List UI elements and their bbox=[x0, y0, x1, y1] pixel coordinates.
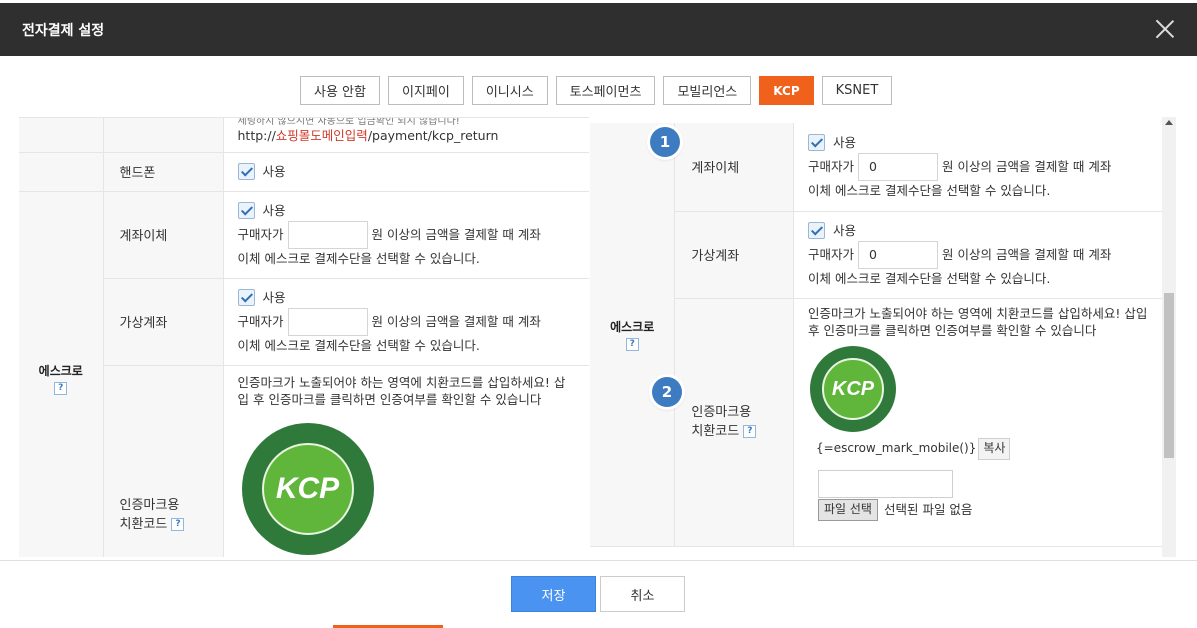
return-url: http://쇼핑몰도메인입력/payment/kcp_return bbox=[238, 127, 576, 145]
left-account-pre: 구매자가 bbox=[237, 226, 284, 242]
phone-label: 핸드폰 bbox=[103, 152, 224, 192]
left-virtual-post: 원 이상의 금액을 결제할 때 계좌 bbox=[371, 313, 541, 329]
right-virtual-label: 가상계좌 bbox=[674, 211, 794, 299]
right-account-label: 계좌이체 bbox=[674, 123, 794, 212]
left-escrow-title: 에스크로 bbox=[38, 363, 83, 378]
tab-mobilians[interactable]: 모빌리언스 bbox=[663, 76, 752, 105]
left-virtual-label: 가상계좌 bbox=[103, 278, 224, 366]
left-account-use-label: 사용 bbox=[262, 202, 286, 218]
right-account-min-input[interactable] bbox=[858, 152, 939, 181]
file-select-button[interactable]: 파일 선택 bbox=[818, 498, 878, 521]
right-panel-scrollbar[interactable] bbox=[1162, 117, 1176, 557]
close-icon[interactable] bbox=[1155, 19, 1175, 39]
left-virtual-pre: 구매자가 bbox=[237, 313, 284, 329]
right-settings-table: 에스크로 ? 계좌이체 사용 구매자가원 이상의 금액을 결제할 때 계좌 이체… bbox=[590, 123, 1162, 547]
right-mark-help-icon[interactable]: ? bbox=[743, 425, 757, 438]
right-kcp-escrow-seal[interactable]: KCP bbox=[810, 345, 896, 432]
left-mark-label-1: 인증마크용 bbox=[119, 497, 180, 513]
left-virtual-desc: 이체 에스크로 결제수단을 선택할 수 있습니다. bbox=[237, 337, 480, 353]
right-virtual-pre: 구매자가 bbox=[808, 246, 855, 262]
left-mark-help-icon[interactable]: ? bbox=[171, 518, 185, 531]
copy-code-button[interactable]: 복사 bbox=[978, 437, 1011, 460]
right-account-pre: 구매자가 bbox=[808, 158, 855, 174]
right-escrow-group: 에스크로 ? bbox=[590, 123, 676, 547]
left-mark-label: 인증마크용 치환코드 ? bbox=[103, 365, 224, 557]
modal-footer: 저장 취소 bbox=[0, 560, 1197, 628]
left-account-desc: 이체 에스크로 결제수단을 선택할 수 있습니다. bbox=[237, 250, 480, 266]
left-mark-desc: 인증마크가 노출되어야 하는 영역에 치환코드를 삽입하세요! 삽입 후 인증마… bbox=[237, 374, 566, 408]
right-mark-desc: 인증마크가 노출되어야 하는 영역에 치환코드를 삽입하세요! 삽입 후 인증마… bbox=[808, 305, 1148, 339]
step-badge-2: 2 bbox=[652, 377, 682, 407]
pg-tabs: 사용 안함 이지페이 이니시스 토스페이먼츠 모빌리언스 KCP KSNET bbox=[300, 76, 900, 106]
cut-notice: 세팅하지 않으시면 자동으로 입금확인 되지 않습니다! bbox=[237, 117, 460, 127]
tab-inicis[interactable]: 이니시스 bbox=[471, 76, 548, 105]
mark-image-field[interactable] bbox=[818, 469, 953, 498]
right-seal-text: KCP bbox=[822, 357, 884, 420]
left-virtual-use-label: 사용 bbox=[262, 289, 286, 305]
right-account-post: 원 이상의 금액을 결제할 때 계좌 bbox=[942, 158, 1112, 174]
left-escrow-help-icon[interactable]: ? bbox=[54, 381, 68, 395]
left-group-cell-top bbox=[19, 118, 104, 153]
right-virtual-min-input[interactable] bbox=[858, 240, 939, 269]
scroll-thumb[interactable] bbox=[1164, 293, 1174, 458]
left-virtual-min-input[interactable] bbox=[287, 307, 368, 336]
right-escrow-title: 에스크로 bbox=[610, 319, 655, 334]
right-account-use-label: 사용 bbox=[833, 134, 857, 150]
tab-easypay[interactable]: 이지페이 bbox=[387, 76, 464, 105]
left-group-cell-phone bbox=[19, 152, 104, 192]
phone-use-label: 사용 bbox=[262, 163, 286, 179]
right-virtual-use-checkbox[interactable] bbox=[808, 222, 825, 239]
return-url-cell: 세팅하지 않으시면 자동으로 입금확인 되지 않습니다! http://쇼핑몰도… bbox=[223, 117, 589, 153]
tab-tosspayments[interactable]: 토스페이먼츠 bbox=[555, 76, 656, 105]
left-account-min-input[interactable] bbox=[287, 220, 368, 249]
left-virtual-use-checkbox[interactable] bbox=[237, 289, 255, 306]
right-account-use-checkbox[interactable] bbox=[808, 134, 825, 152]
left-settings-table: 세팅하지 않으시면 자동으로 입금확인 되지 않습니다! http://쇼핑몰도… bbox=[19, 118, 589, 557]
right-mark-label-2: 치환코드 bbox=[691, 424, 740, 439]
right-mark-label-1: 인증마크용 bbox=[691, 404, 752, 420]
right-virtual-post: 원 이상의 금액을 결제할 때 계좌 bbox=[942, 246, 1112, 262]
step-badge-1: 1 bbox=[650, 127, 680, 157]
phone-use-checkbox[interactable] bbox=[237, 163, 255, 180]
right-virtual-desc: 이체 에스크로 결제수단을 선택할 수 있습니다. bbox=[808, 270, 1051, 286]
left-label-cell-top bbox=[103, 118, 224, 153]
modal-header: 전자결제 설정 bbox=[0, 3, 1197, 56]
tab-ksnet[interactable]: KSNET bbox=[821, 76, 893, 105]
left-account-use-checkbox[interactable] bbox=[237, 202, 255, 219]
right-virtual-use-label: 사용 bbox=[833, 222, 857, 238]
right-mark-label: 인증마크용 치환코드 ? bbox=[674, 298, 794, 547]
tab-kcp[interactable]: KCP bbox=[759, 76, 814, 105]
left-kcp-escrow-seal[interactable]: KCP bbox=[241, 422, 374, 555]
left-settings-panel: 세팅하지 않으시면 자동으로 입금확인 되지 않습니다! http://쇼핑몰도… bbox=[19, 117, 589, 557]
return-url-domain: 쇼핑몰도메인입력 bbox=[275, 128, 368, 143]
save-button[interactable]: 저장 bbox=[511, 576, 596, 612]
cancel-button[interactable]: 취소 bbox=[600, 576, 685, 612]
scroll-up-arrow-icon[interactable] bbox=[1165, 120, 1173, 125]
left-seal-text: KCP bbox=[261, 442, 354, 535]
modal-title: 전자결제 설정 bbox=[22, 22, 105, 39]
return-url-path: /payment/kcp_return bbox=[367, 128, 499, 143]
replacement-code: {=escrow_mark_mobile()} bbox=[816, 440, 977, 455]
right-settings-panel: 에스크로 ? 계좌이체 사용 구매자가원 이상의 금액을 결제할 때 계좌 이체… bbox=[590, 117, 1162, 557]
left-account-label: 계좌이체 bbox=[103, 191, 224, 279]
right-escrow-help-icon[interactable]: ? bbox=[625, 337, 639, 351]
return-url-prefix: http:// bbox=[237, 128, 276, 143]
file-status-text: 선택된 파일 없음 bbox=[883, 501, 973, 517]
left-escrow-group: 에스크로 ? bbox=[19, 191, 104, 557]
right-account-desc: 이체 에스크로 결제수단을 선택할 수 있습니다. bbox=[808, 182, 1051, 198]
left-mark-label-2: 치환코드 bbox=[119, 517, 168, 532]
left-account-post: 원 이상의 금액을 결제할 때 계좌 bbox=[371, 226, 541, 242]
tab-none[interactable]: 사용 안함 bbox=[300, 76, 380, 105]
